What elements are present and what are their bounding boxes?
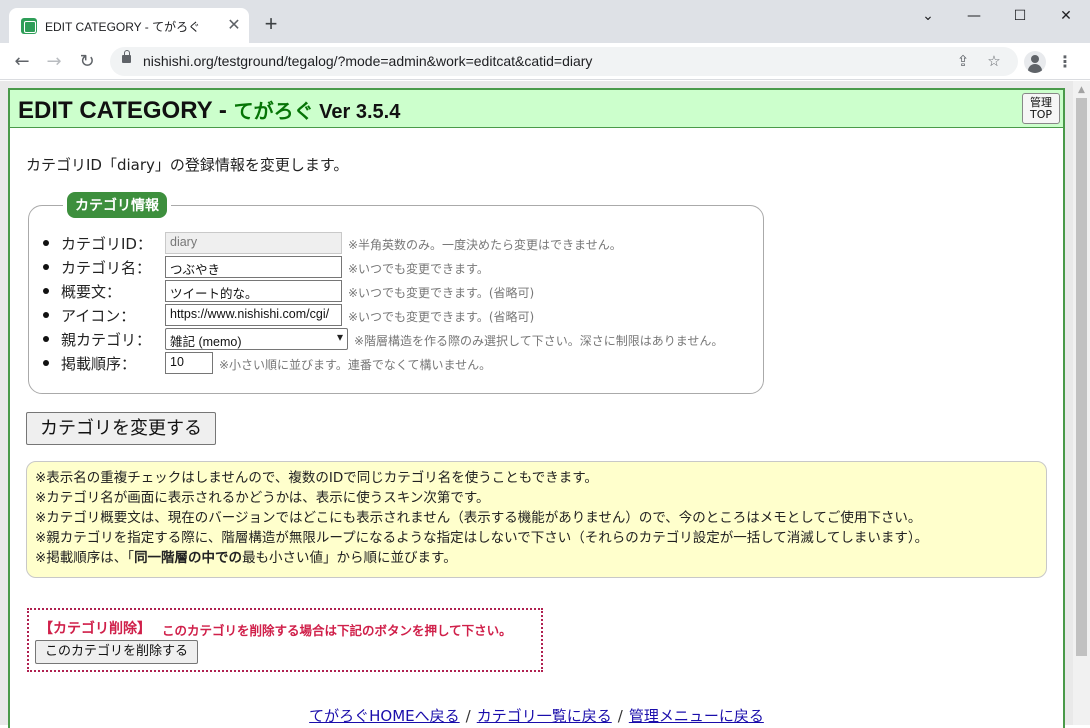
delete-category-box: 【カテゴリ削除】 このカテゴリを削除する場合は下記のボタンを押して下さい。 この… — [27, 608, 543, 672]
notes-box: ※表示名の重複チェックはしませんので、複数のIDで同じカテゴリ名を使うこともでき… — [26, 461, 1047, 578]
description-note: ※いつでも変更できます。(省略可) — [348, 286, 535, 300]
address-bar[interactable]: nishishi.org/testground/tegalog/?mode=ad… — [110, 47, 1018, 76]
category-name-note: ※いつでも変更できます。 — [348, 262, 489, 276]
delete-category-button[interactable]: このカテゴリを削除する — [35, 640, 198, 664]
title-version: Ver 3.5.4 — [313, 101, 401, 123]
tab-title: EDIT CATEGORY - てがろぐ — [45, 20, 201, 34]
parent-category-selected-value: 雑記 (memo) — [170, 335, 242, 349]
fieldset-legend: カテゴリ情報 — [67, 192, 167, 218]
browser-tab-bar: EDIT CATEGORY - てがろぐ ✕ + ⌄ — ☐ ✕ — [0, 0, 1090, 43]
page-header: EDIT CATEGORY - てがろぐ Ver 3.5.4 管理 TOP — [10, 90, 1063, 128]
maximize-window-button[interactable]: ☐ — [997, 3, 1043, 29]
note-text: ※掲載順序は、「 — [35, 550, 135, 566]
browser-tab[interactable]: EDIT CATEGORY - てがろぐ ✕ — [9, 8, 249, 43]
scroll-up-arrow-icon[interactable]: ▲ — [1073, 83, 1090, 97]
admin-menu-link[interactable]: 管理メニューに戻る — [629, 707, 764, 725]
category-id-label: カテゴリID： — [61, 235, 152, 253]
change-category-button[interactable]: カテゴリを変更する — [26, 412, 216, 445]
note-text: 最も小さい値」から順に並びます。 — [242, 550, 457, 566]
separator: / — [617, 707, 623, 725]
note-line: ※カテゴリ概要文は、現在のバージョンではどこにも表示されません（表示する機能があ… — [35, 510, 922, 526]
admin-top-label-2: TOP — [1029, 108, 1052, 121]
title-app-name: てがろぐ — [233, 101, 314, 123]
lock-icon[interactable] — [122, 50, 131, 63]
parent-category-select[interactable]: 雑記 (memo) — [165, 328, 348, 350]
title-main: EDIT CATEGORY - — [18, 97, 234, 124]
category-name-label: カテゴリ名： — [61, 259, 152, 277]
page-title: EDIT CATEGORY - てがろぐ Ver 3.5.4 — [18, 95, 400, 125]
admin-page: EDIT CATEGORY - てがろぐ Ver 3.5.4 管理 TOP カテ… — [8, 88, 1065, 728]
icon-url-input[interactable]: https://www.nishishi.com/cgi/ — [165, 304, 342, 326]
close-tab-icon[interactable]: ✕ — [224, 15, 244, 35]
bullet-icon — [43, 264, 49, 270]
footer-links: てがろぐHOMEへ戻る / カテゴリ一覧に戻る / 管理メニューに戻る — [10, 705, 1063, 726]
delete-title: 【カテゴリ削除】 — [39, 621, 151, 637]
description-input[interactable]: ツイート的な。 — [165, 280, 342, 302]
close-window-button[interactable]: ✕ — [1043, 3, 1089, 29]
bullet-icon — [43, 312, 49, 318]
note-emphasis: 同一階層の中での — [134, 550, 243, 566]
reload-icon[interactable]: ↻ — [74, 49, 100, 75]
category-id-input: diary — [165, 232, 342, 254]
scrollbar-thumb[interactable] — [1076, 98, 1087, 656]
vertical-scrollbar[interactable]: ▲ — [1073, 81, 1090, 725]
intro-text: カテゴリID「diary」の登録情報を変更します。 — [26, 156, 349, 174]
browser-menu-icon[interactable]: ⋮ — [1057, 49, 1073, 75]
admin-top-button[interactable]: 管理 TOP — [1022, 93, 1060, 124]
note-line: ※表示名の重複チェックはしませんので、複数のIDで同じカテゴリ名を使うこともでき… — [35, 470, 598, 486]
url-text[interactable]: nishishi.org/testground/tegalog/?mode=ad… — [143, 53, 592, 69]
forward-arrow-icon[interactable]: → — [41, 49, 67, 75]
delete-description: このカテゴリを削除する場合は下記のボタンを押して下さい。 — [162, 623, 512, 638]
share-icon[interactable]: ⇪ — [953, 51, 973, 71]
parent-category-note: ※階層構造を作る際のみ選択して下さい。深さに制限はありません。 — [354, 334, 724, 348]
profile-avatar-icon[interactable] — [1024, 51, 1046, 73]
note-line: ※親カテゴリを指定する際に、階層構造が無限ループになるような指定はしないで下さい… — [35, 530, 929, 546]
browser-toolbar: ← → ↻ nishishi.org/testground/tegalog/?m… — [0, 43, 1090, 80]
icon-url-note: ※いつでも変更できます。(省略可) — [348, 310, 535, 324]
home-link[interactable]: てがろぐHOMEへ戻る — [309, 707, 460, 725]
category-name-input[interactable]: つぶやき — [165, 256, 342, 278]
separator: / — [465, 707, 471, 725]
bullet-icon — [43, 336, 49, 342]
tegalog-favicon-icon — [21, 18, 37, 34]
icon-label: アイコン： — [61, 307, 136, 325]
minimize-window-button[interactable]: — — [951, 3, 997, 29]
description-label: 概要文： — [61, 283, 122, 301]
category-list-link[interactable]: カテゴリ一覧に戻る — [477, 707, 612, 725]
note-line: ※カテゴリ名が画面に表示されるかどうかは、表示に使うスキン次第です。 — [35, 490, 490, 506]
display-order-input[interactable]: 10 — [165, 352, 213, 374]
new-tab-button[interactable]: + — [259, 12, 283, 36]
page-viewport: EDIT CATEGORY - てがろぐ Ver 3.5.4 管理 TOP カテ… — [0, 81, 1073, 728]
bullet-icon — [43, 288, 49, 294]
back-arrow-icon[interactable]: ← — [9, 49, 35, 75]
bullet-icon — [43, 240, 49, 246]
category-info-fieldset: カテゴリ情報 カテゴリID： diary ※半角英数のみ。一度決めたら変更はでき… — [28, 192, 764, 394]
note-line: ※掲載順序は、「同一階層の中での最も小さい値」から順に並びます。 — [35, 548, 1038, 568]
bullet-icon — [43, 360, 49, 366]
bookmark-star-icon[interactable]: ☆ — [984, 51, 1004, 71]
display-order-label: 掲載順序： — [61, 355, 137, 373]
parent-category-label: 親カテゴリ： — [61, 331, 152, 349]
minimize-chevron-icon[interactable]: ⌄ — [905, 3, 951, 29]
category-id-note: ※半角英数のみ。一度決めたら変更はできません。 — [348, 238, 622, 252]
display-order-note: ※小さい順に並びます。連番でなくて構いません。 — [219, 358, 492, 372]
